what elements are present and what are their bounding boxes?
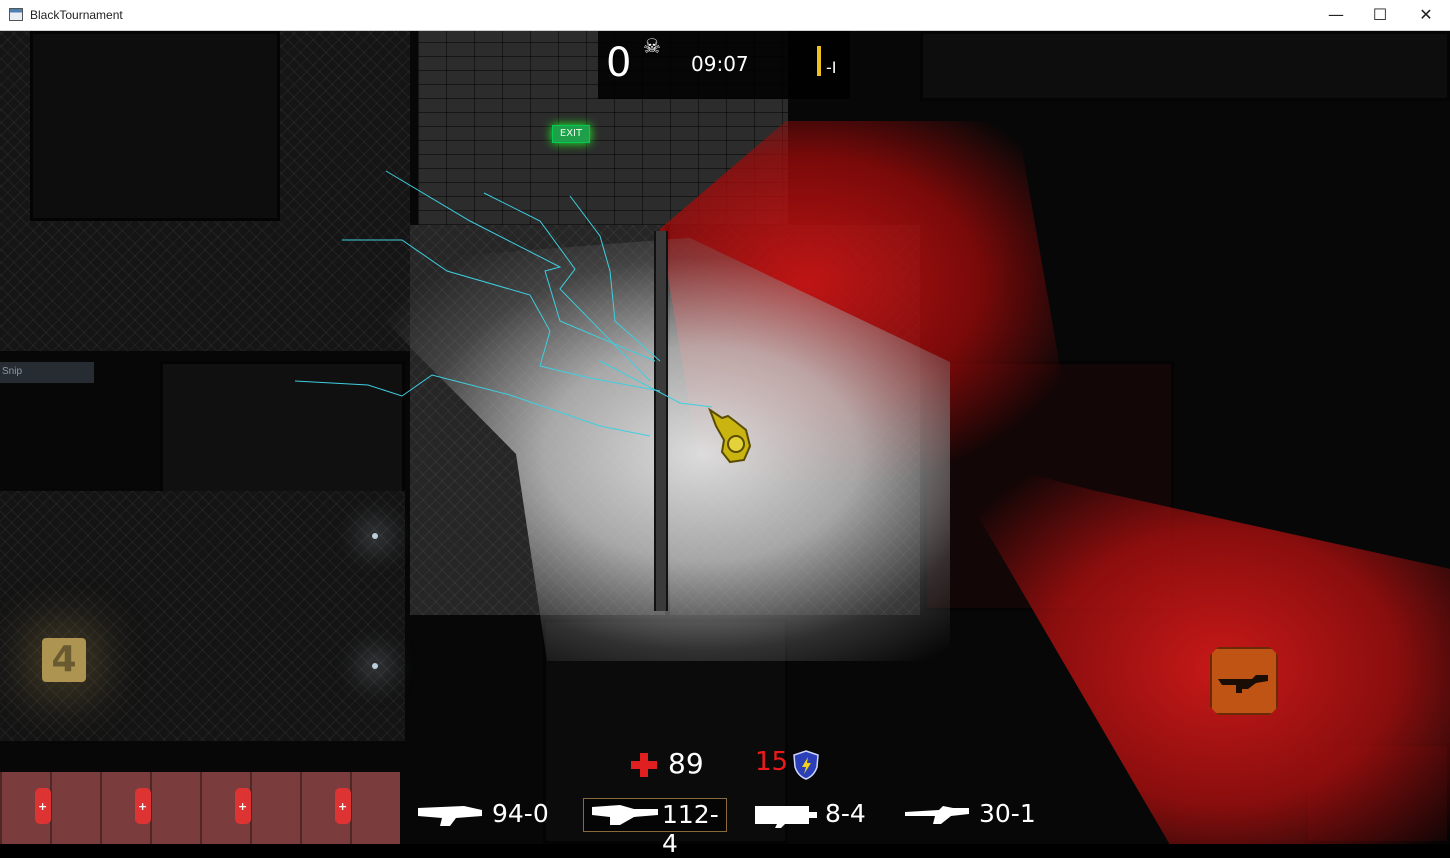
weapon-2-ammo: 112-4 [662,800,719,858]
health-value: 89 [668,747,704,780]
health-pickup: + [35,788,51,824]
match-timer: 09:07 [691,52,749,76]
minimize-button[interactable]: — [1313,0,1359,31]
title-bar[interactable]: BlackTournament — ☐ ✕ [0,0,1450,31]
weapon-1-ammo: 94-0 [492,799,549,828]
health-pickup: + [335,788,351,824]
health-pickup: + [135,788,151,824]
shotgun-icon [418,806,482,826]
armor-value: 15 [755,747,789,777]
rifle-pickup-icon [1210,647,1278,715]
weapon-slot-1[interactable]: 94-0 [410,798,570,832]
game-window[interactable]: BlackTournament — ☐ ✕ EXIT Snip 4 + + + … [0,0,1450,858]
skull-icon: ☠ [643,34,661,58]
game-scene[interactable]: EXIT Snip 4 + + + + [0,31,1450,844]
rank-value: -I [826,58,837,77]
health-cross-icon [631,753,657,777]
player-character [707,407,752,464]
weapon-slot-3[interactable]: 8-4 [745,798,885,832]
assault-rifle-icon [905,806,969,824]
weapon-slot-2[interactable]: 112-4 [583,798,727,858]
weapon-4-ammo: 30-1 [979,799,1036,828]
armor-shield-icon [793,750,819,780]
weapon-slot-4[interactable]: 30-1 [897,798,1037,832]
app-icon [9,8,23,21]
plasma-rifle-icon [592,805,658,825]
launcher-icon [755,806,817,828]
maximize-button[interactable]: ☐ [1357,0,1403,31]
snip-overlay: Snip [0,362,94,383]
ceiling-lamp [372,663,378,669]
spawn-pad-4: 4 [42,638,86,682]
close-button[interactable]: ✕ [1403,0,1449,31]
kill-count: 0 [606,40,632,86]
health-pickup: + [235,788,251,824]
weapon-3-ammo: 8-4 [825,799,866,828]
rank-bar [817,46,821,76]
ceiling-lamp [372,533,378,539]
window-title: BlackTournament [30,8,123,22]
